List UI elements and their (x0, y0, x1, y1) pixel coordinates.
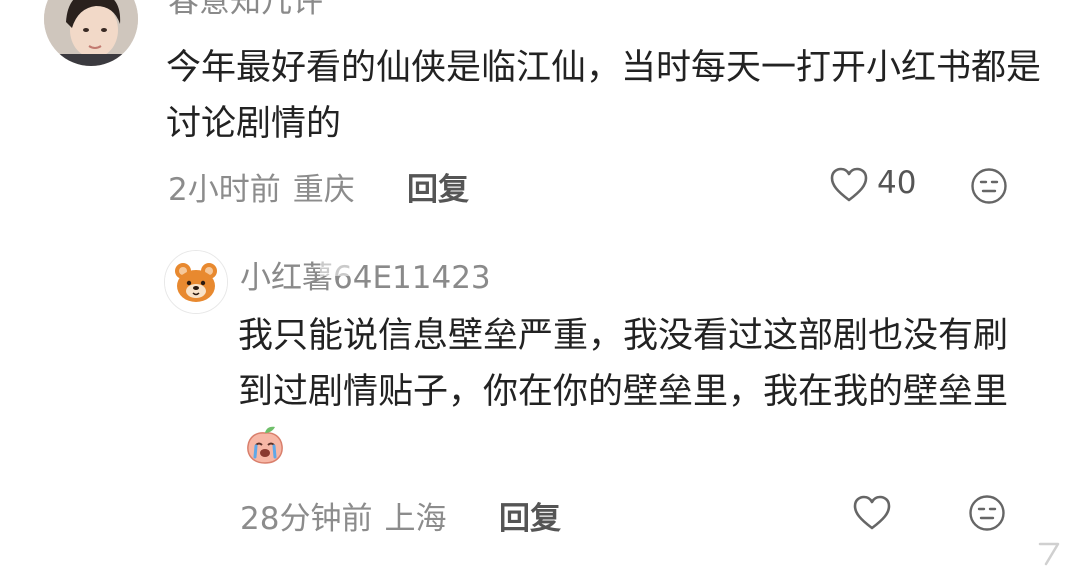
comment-meta: 2小时前 重庆 (168, 164, 355, 209)
reply-text: 我只能说信息壁垒严重，我没看过这部剧也没有刷到过剧情贴子，你在你的壁垒里，我在我… (238, 308, 1038, 476)
comment-location: 重庆 (292, 172, 355, 208)
comment-time: 2小时前 (168, 172, 281, 208)
emoji-reaction-button-2[interactable] (968, 494, 1006, 532)
reply-button[interactable]: 回复 (407, 164, 469, 209)
emoji-face-icon (969, 495, 1005, 531)
avatar-photo (44, 0, 138, 66)
comment-text: 今年最好看的仙侠是临江仙，当时每天一打开小红书都是讨论剧情的 (166, 48, 1042, 144)
watermark (320, 250, 354, 276)
reply-button-2[interactable]: 回复 (499, 493, 561, 538)
reply-location: 上海 (384, 501, 447, 537)
crying-peach-emoji-icon (242, 421, 288, 467)
brand-watermark-icon (1034, 538, 1064, 568)
commenter-avatar[interactable] (44, 0, 138, 66)
bear-avatar-icon (165, 251, 227, 313)
heart-outline-icon (853, 495, 891, 530)
emoji-face-icon (971, 168, 1007, 204)
like-button-2[interactable] (852, 494, 892, 532)
replier-avatar[interactable] (164, 250, 228, 314)
like-button[interactable] (829, 166, 869, 204)
emoji-reaction-button[interactable] (970, 167, 1008, 205)
heart-outline-icon (830, 167, 868, 202)
like-count: 40 (877, 165, 917, 201)
reply-text-body: 我只能说信息壁垒严重，我没看过这部剧也没有刷到过剧情贴子，你在你的壁垒里，我在我… (238, 316, 1009, 412)
reply-time: 28分钟前 (240, 501, 373, 537)
replier-username[interactable]: 小红薯64E11423 (240, 252, 491, 297)
commenter-username[interactable]: 春意知几许 (168, 0, 323, 21)
reply-meta: 28分钟前 上海 (240, 493, 446, 538)
